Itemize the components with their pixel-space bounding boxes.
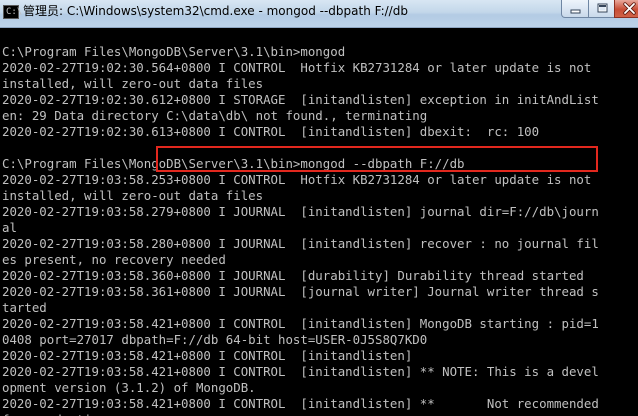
console-line: 2020-02-27T19:03:58.421+0800 I CONTROL [… [2,396,599,411]
maximize-icon [597,3,608,13]
cmd-app-icon-label: C:\ [6,7,23,17]
console-output[interactable]: C:\Program Files\MongoDB\Server\3.1\bin>… [0,28,638,416]
cmd-window: C:\ 管理员: C:\Windows\system32\cmd.exe - m… [0,0,638,416]
console-line: 2020-02-27T19:03:58.360+0800 I JOURNAL [… [2,268,584,283]
console-line: C:\Program Files\MongoDB\Server\3.1\bin>… [2,156,465,171]
console-line: 2020-02-27T19:02:30.613+0800 I CONTROL [… [2,124,540,139]
console-line: 0408 port=27017 dbpath=F://db 64-bit hos… [2,332,428,347]
console-line: installed, will zero-out data files [2,76,264,91]
console-line: es present, no recovery needed [2,252,226,267]
window-title: 管理员: C:\Windows\system32\cmd.exe - mongo… [23,4,408,18]
maximize-button[interactable] [588,0,615,18]
console-line: 2020-02-27T19:03:58.421+0800 I CONTROL [… [2,348,413,363]
console-line: 2020-02-27T19:03:58.421+0800 I CONTROL [… [2,316,599,331]
console-line: C:\Program Files\MongoDB\Server\3.1\bin>… [2,44,346,59]
console-line: 2020-02-27T19:03:58.361+0800 I JOURNAL [… [2,284,599,299]
title-bar[interactable]: C:\ 管理员: C:\Windows\system32\cmd.exe - m… [0,0,638,28]
console-line: 2020-02-27T19:03:58.253+0800 I CONTROL H… [2,172,592,187]
console-line: opment version (3.1.2) of MongoDB. [2,380,256,395]
console-line: tarted [2,300,47,315]
console-line: 2020-02-27T19:03:58.421+0800 I CONTROL [… [2,364,599,379]
console-line: al [2,220,17,235]
console-lines: C:\Program Files\MongoDB\Server\3.1\bin>… [0,28,638,416]
console-line: for production. [2,412,638,416]
console-line: 2020-02-27T19:02:30.612+0800 I STORAGE [… [2,92,599,107]
close-button[interactable] [614,0,638,18]
minimize-icon [570,9,581,14]
close-icon [623,2,636,15]
minimize-button[interactable] [561,0,589,18]
console-line: 2020-02-27T19:03:58.280+0800 I JOURNAL [… [2,236,599,251]
console-line: installed, will zero-out data files [2,188,264,203]
console-line: en: 29 Data directory C:\data\db\ not fo… [2,108,428,123]
console-line: 2020-02-27T19:03:58.279+0800 I JOURNAL [… [2,204,599,219]
cmd-app-icon[interactable]: C:\ [3,5,23,19]
console-line: 2020-02-27T19:02:30.564+0800 I CONTROL H… [2,60,592,75]
